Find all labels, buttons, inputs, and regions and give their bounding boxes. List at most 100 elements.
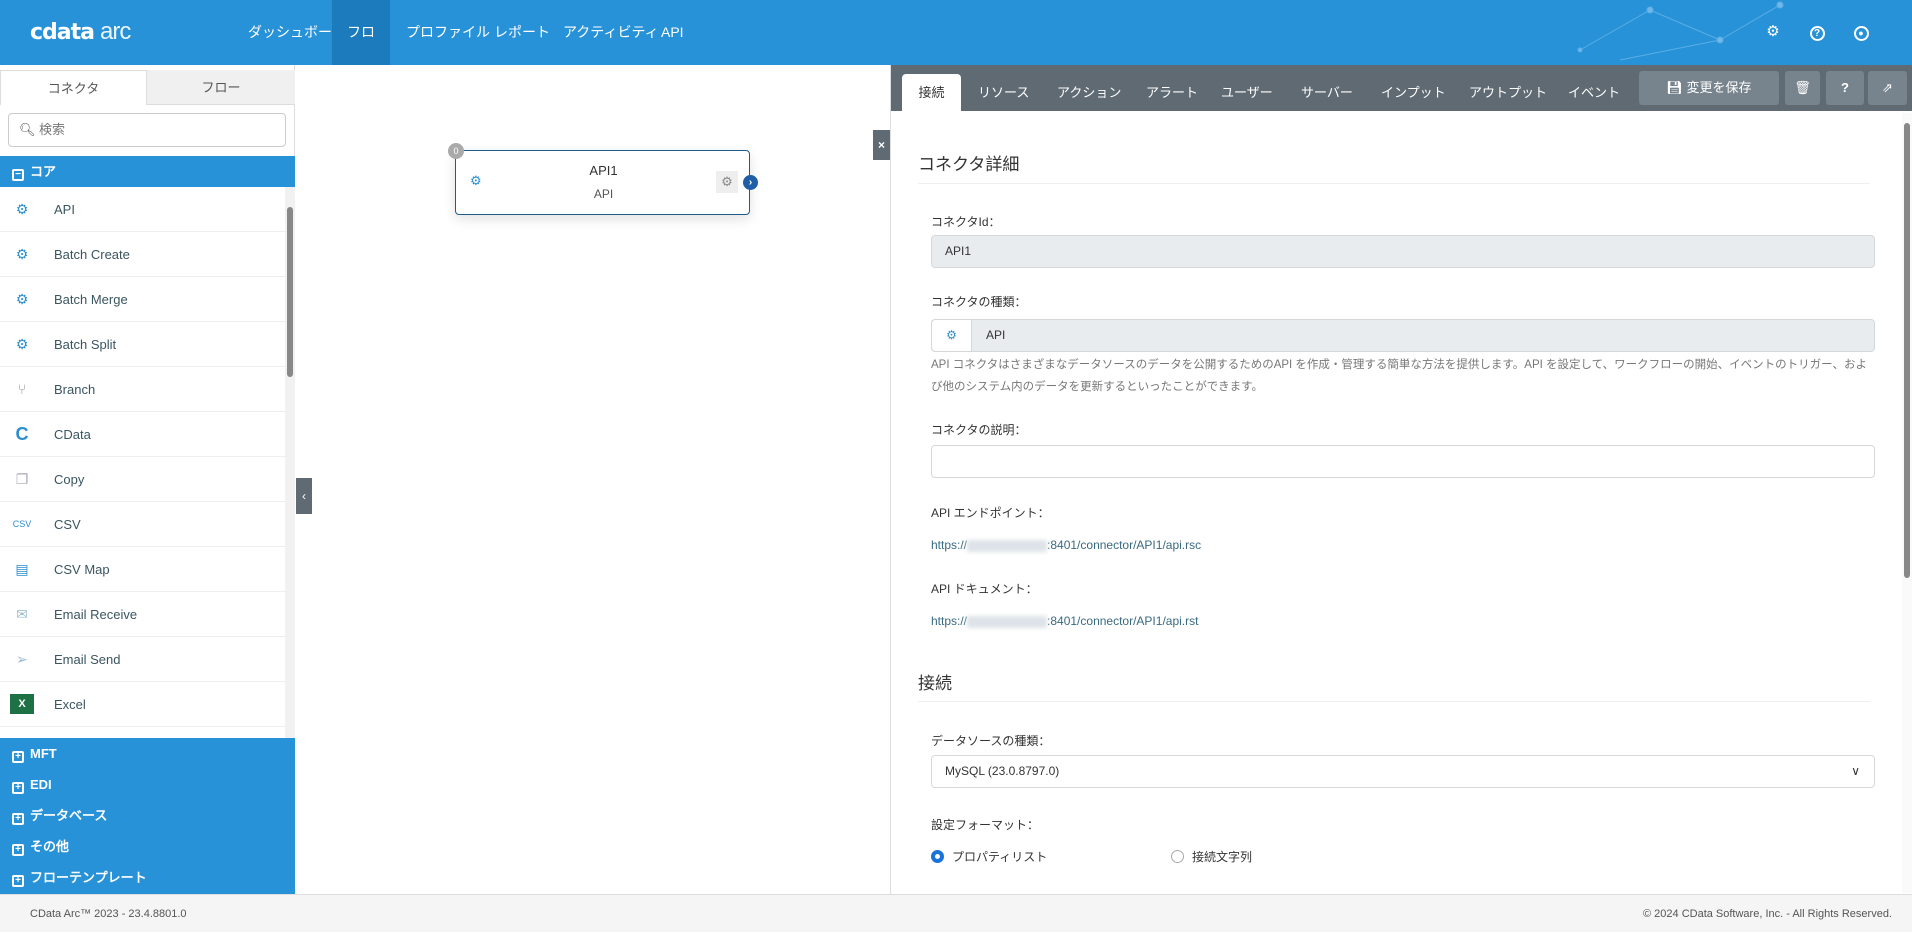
output-port-icon[interactable]: › xyxy=(743,175,758,190)
save-icon: 💾︎ xyxy=(1666,80,1687,95)
chevron-down-icon: ∨ xyxy=(1851,764,1860,778)
category-other[interactable]: + その他 xyxy=(0,831,295,862)
item-label: Email Send xyxy=(54,651,121,667)
batch-create-icon: ⚙ xyxy=(15,245,29,262)
radio-checked-icon xyxy=(931,850,944,863)
connector-item-email-send[interactable]: ➢ Email Send xyxy=(0,637,285,682)
tab-events[interactable]: イベント xyxy=(1558,74,1630,111)
api-gear-icon: ⚙ xyxy=(15,200,29,217)
cdata-arc-logo[interactable]: cdata arc xyxy=(30,18,131,46)
collapse-palette-handle[interactable]: ‹ xyxy=(296,478,312,514)
api-endpoint-link[interactable]: https://:8401/connector/API1/api.rsc xyxy=(931,538,1201,552)
connector-id-label: コネクタId： xyxy=(931,215,1001,229)
section-heading-connection: 接続 xyxy=(918,674,952,693)
node-settings-gear-icon[interactable]: ⚙ xyxy=(716,171,738,193)
connector-type-value: API xyxy=(986,328,1006,342)
item-label: Batch Merge xyxy=(54,291,128,307)
help-icon[interactable]: ? xyxy=(1807,22,1827,42)
connector-type-field[interactable]: ⚙ API xyxy=(931,319,1875,352)
save-changes-button[interactable]: 💾︎ 変更を保存 xyxy=(1639,71,1779,105)
radio-connection-string[interactable]: 接続文字列 xyxy=(1171,848,1252,865)
flow-canvas[interactable]: ‹ × 0 ⚙ API1 API ⚙ › xyxy=(296,65,890,894)
email-receive-icon: ✉ xyxy=(16,605,28,622)
tab-actions[interactable]: アクション xyxy=(1047,74,1131,111)
connector-item-csv[interactable]: CSV CSV xyxy=(0,502,285,547)
external-link-icon[interactable]: ⇗ xyxy=(1868,71,1907,105)
radio-unchecked-icon xyxy=(1171,850,1184,863)
tab-connectors[interactable]: コネクタ xyxy=(0,70,147,105)
description-label: コネクタの説明： xyxy=(931,423,1027,437)
item-label: CSV Map xyxy=(54,561,110,577)
flow-node-api1[interactable]: 0 ⚙ API1 API ⚙ › xyxy=(448,143,758,215)
email-send-icon: ➢ xyxy=(16,650,28,667)
connector-item-cdata[interactable]: C CData xyxy=(0,412,285,457)
connector-item-copy[interactable]: ❐ Copy xyxy=(0,457,285,502)
settings-scrollbar[interactable] xyxy=(1902,113,1912,893)
tab-input[interactable]: インプット xyxy=(1371,74,1456,111)
cdata-icon: C xyxy=(15,423,29,444)
logo-text: cdata xyxy=(30,20,95,45)
expand-icon: + xyxy=(12,751,24,763)
radio-label: 接続文字列 xyxy=(1192,850,1253,864)
close-panel-button[interactable]: × xyxy=(873,130,890,160)
connector-item-batch-merge[interactable]: ⚙ Batch Merge xyxy=(0,277,285,322)
tab-flows[interactable]: フロー xyxy=(147,70,295,105)
divider xyxy=(918,183,1870,184)
category-label: フローテンプレート xyxy=(30,870,147,885)
connector-item-branch[interactable]: ⑂ Branch xyxy=(0,367,285,412)
batch-merge-icon: ⚙ xyxy=(15,290,29,307)
connector-type-label: コネクタの種類： xyxy=(931,295,1027,309)
help-icon[interactable]: ? xyxy=(1826,71,1864,105)
connector-description-text: API コネクタはさまざまなデータソースのデータを公開するためのAPI を作成・… xyxy=(931,359,1867,393)
connector-item-excel[interactable]: X Excel xyxy=(0,682,285,727)
connector-palette: コネクタ フロー 🔍︎ 検索 − コア ⚙ API ⚙ Batch Create ⚙ Ba… xyxy=(0,65,295,894)
tab-resources[interactable]: リソース xyxy=(968,74,1039,111)
user-account-icon[interactable]: ● xyxy=(1851,22,1871,42)
connector-item-batch-split[interactable]: ⚙ Batch Split xyxy=(0,322,285,367)
top-header: cdataarc ダッシュボード フロー プロファイル レポート アクティビティ… xyxy=(0,0,1912,65)
api-doc-link[interactable]: https://:8401/connector/API1/api.rst xyxy=(931,614,1198,628)
connector-item-csv-map[interactable]: ▤ CSV Map xyxy=(0,547,285,592)
connector-item-email-receive[interactable]: ✉ Email Receive xyxy=(0,592,285,637)
settings-gear-icon[interactable]: ⚙ xyxy=(1763,22,1783,42)
node-count-badge: 0 xyxy=(448,143,464,159)
copyright-text: © 2024 CData Software, Inc. - All Rights… xyxy=(1643,908,1892,920)
tab-connection[interactable]: 接続 xyxy=(902,74,961,111)
tab-users[interactable]: ユーザー xyxy=(1211,74,1283,111)
category-label: コア xyxy=(30,164,57,179)
tab-server[interactable]: サーバー xyxy=(1291,74,1363,111)
item-label: API xyxy=(54,201,75,217)
datasource-type-select[interactable]: MySQL (23.0.8797.0) ∨ xyxy=(931,755,1875,788)
batch-split-icon: ⚙ xyxy=(15,335,29,352)
connector-list: ⚙ API ⚙ Batch Create ⚙ Batch Merge ⚙ Batch S… xyxy=(0,187,285,738)
category-database[interactable]: + データベース xyxy=(0,800,295,831)
delete-trash-icon[interactable]: 🗑︎ xyxy=(1785,71,1820,105)
category-edi[interactable]: + EDI xyxy=(0,769,295,800)
nav-api[interactable]: API xyxy=(649,0,696,65)
nav-flow[interactable]: フロー xyxy=(332,0,390,65)
description-textarea[interactable] xyxy=(931,445,1875,478)
connector-item-api[interactable]: ⚙ API xyxy=(0,187,285,232)
palette-scrollbar[interactable] xyxy=(285,187,295,738)
nav-report[interactable]: レポート xyxy=(482,0,562,65)
divider xyxy=(918,701,1870,702)
expand-icon: + xyxy=(12,844,24,856)
url-suffix: :8401/connector/API1/api.rsc xyxy=(1047,538,1202,552)
settings-toolbar: 接続 リソース アクション アラート ユーザー サーバー インプット アウトプッ… xyxy=(891,65,1912,111)
category-core[interactable]: − コア xyxy=(0,156,295,187)
version-text: CData Arc™ 2023 - 23.4.8801.0 xyxy=(30,908,187,920)
connector-settings-panel: 接続 リソース アクション アラート ユーザー サーバー インプット アウトプッ… xyxy=(890,65,1912,894)
tab-output[interactable]: アウトプット xyxy=(1459,74,1557,111)
redacted-host xyxy=(967,615,1048,628)
node-type: API xyxy=(593,187,614,201)
connector-id-field[interactable]: API1 xyxy=(931,235,1875,268)
redacted-host xyxy=(967,539,1048,552)
format-label: 設定フォーマット： xyxy=(931,818,1040,832)
item-label: Batch Create xyxy=(54,246,130,262)
tab-alerts[interactable]: アラート xyxy=(1136,74,1208,111)
search-input[interactable]: 🔍︎ 検索 xyxy=(8,113,286,147)
radio-property-list[interactable]: プロパティリスト xyxy=(931,848,1047,865)
connector-item-batch-create[interactable]: ⚙ Batch Create xyxy=(0,232,285,277)
category-flow-templates[interactable]: + フローテンプレート xyxy=(0,862,295,894)
category-mft[interactable]: + MFT xyxy=(0,738,295,769)
